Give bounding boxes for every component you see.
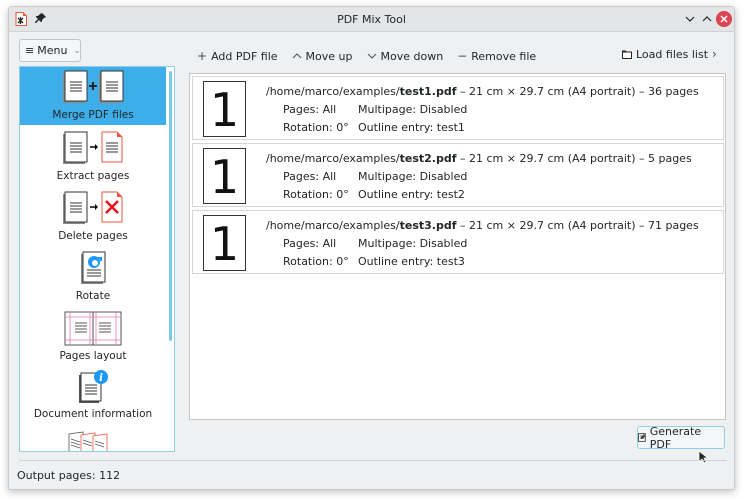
remove-file-button[interactable]: − Remove file xyxy=(457,49,536,63)
file-dir: /home/marco/examples/ xyxy=(266,152,400,165)
file-dir: /home/marco/examples/ xyxy=(266,85,400,98)
sidebar-item-label: Delete pages xyxy=(58,230,128,242)
pages-setting: Pages: All xyxy=(283,170,337,183)
outline-entry-setting: Outline entry: test1 xyxy=(358,121,465,134)
sidebar-item-document-information[interactable]: i Document information xyxy=(20,369,166,427)
document-information-icon: i xyxy=(79,370,108,403)
delete-pages-icon xyxy=(63,191,123,224)
page-thumbnail: 1 xyxy=(203,215,246,271)
status-divider xyxy=(19,460,727,461)
file-info: /home/marco/examples/test3.pdf – 21 cm ×… xyxy=(266,217,699,271)
close-icon[interactable] xyxy=(716,11,732,27)
plus-icon: + xyxy=(197,49,208,63)
merge-icon xyxy=(63,70,124,103)
add-pdf-button[interactable]: + Add PDF file xyxy=(197,49,278,63)
sidebar-item-merge-pdf-files[interactable]: Merge PDF files xyxy=(20,67,166,125)
file-row[interactable]: 1 /home/marco/examples/test3.pdf – 21 cm… xyxy=(192,210,724,274)
rotation-setting: Rotation: 0° xyxy=(283,255,349,268)
file-path-line: /home/marco/examples/test2.pdf – 21 cm ×… xyxy=(266,150,692,168)
main-window: PDF Mix Tool ≡ Menu ⌄ + Add PDF file Mov… xyxy=(8,6,735,490)
sidebar-item-extract-pages[interactable]: Extract pages xyxy=(20,131,166,187)
load-files-list-button[interactable]: Load files list xyxy=(622,48,708,61)
file-name: test3.pdf xyxy=(399,219,457,232)
sidebar-item-pages-layout[interactable]: Pages layout xyxy=(20,311,166,367)
file-name: test2.pdf xyxy=(399,152,457,165)
sidebar-item-label: Merge PDF files xyxy=(52,109,134,121)
sidebar-item-label: Pages layout xyxy=(59,350,127,362)
move-down-button[interactable]: Move down xyxy=(367,49,444,63)
chevron-down-icon: ⌄ xyxy=(73,45,81,56)
file-details: – 21 cm × 29.7 cm (A4 portrait) – 36 pag… xyxy=(456,85,699,98)
window-title: PDF Mix Tool xyxy=(337,13,406,26)
operations-sidebar: Merge PDF files Extract pages Delete pag… xyxy=(19,66,175,452)
toolbar: + Add PDF file Move up Move down − Remov… xyxy=(197,48,550,64)
pages-setting: Pages: All xyxy=(283,103,337,116)
move-up-label: Move up xyxy=(305,49,353,63)
document-save-icon xyxy=(638,433,646,442)
chevron-down-icon xyxy=(367,53,376,59)
minus-icon: − xyxy=(457,49,468,63)
pages-layout-icon xyxy=(64,311,122,346)
minimize-icon[interactable] xyxy=(682,11,698,27)
output-pages-status: Output pages: 112 xyxy=(17,469,121,482)
file-details: – 21 cm × 29.7 cm (A4 portrait) – 5 page… xyxy=(456,152,692,165)
load-files-list-label: Load files list xyxy=(636,48,709,61)
menu-button[interactable]: ≡ Menu ⌄ xyxy=(19,39,81,62)
folder-icon xyxy=(622,50,632,59)
title-bar: PDF Mix Tool xyxy=(9,7,734,32)
file-row[interactable]: 1 /home/marco/examples/test1.pdf – 21 cm… xyxy=(192,76,724,140)
move-up-button[interactable]: Move up xyxy=(292,50,353,63)
file-details: – 21 cm × 29.7 cm (A4 portrait) – 71 pag… xyxy=(456,219,699,232)
multipage-setting: Multipage: Disabled xyxy=(358,103,468,116)
add-pdf-label: Add PDF file xyxy=(211,49,278,63)
sidebar-item-label: Rotate xyxy=(75,290,111,302)
sidebar-item-label: Extract pages xyxy=(56,170,130,182)
chevron-up-icon xyxy=(292,53,301,59)
page-thumbnail: 1 xyxy=(203,81,246,137)
svg-text:i: i xyxy=(99,373,103,384)
sidebar-item-label: Document information xyxy=(33,408,153,420)
outline-entry-setting: Outline entry: test2 xyxy=(358,188,465,201)
generate-pdf-button[interactable]: Generate PDF xyxy=(637,424,725,451)
hamburger-icon: ≡ xyxy=(25,44,35,57)
move-down-label: Move down xyxy=(380,49,444,63)
multipage-setting: Multipage: Disabled xyxy=(358,237,468,250)
rotation-setting: Rotation: 0° xyxy=(283,188,349,201)
sidebar-item-delete-pages[interactable]: Delete pages xyxy=(20,191,166,247)
file-info: /home/marco/examples/test1.pdf – 21 cm ×… xyxy=(266,83,699,137)
file-path-line: /home/marco/examples/test3.pdf – 21 cm ×… xyxy=(266,217,699,235)
pages-setting: Pages: All xyxy=(283,237,337,250)
file-list: 1 /home/marco/examples/test1.pdf – 21 cm… xyxy=(189,73,726,420)
page-thumbnail: 1 xyxy=(203,148,246,204)
file-row[interactable]: 1 /home/marco/examples/test2.pdf – 21 cm… xyxy=(192,143,724,207)
file-name: test1.pdf xyxy=(399,85,457,98)
sidebar-item-more-tools[interactable] xyxy=(20,431,166,451)
menu-label: Menu xyxy=(37,44,68,57)
extract-pages-icon xyxy=(63,131,123,164)
outline-entry-setting: Outline entry: test3 xyxy=(358,255,465,268)
remove-file-label: Remove file xyxy=(471,49,537,63)
maximize-icon[interactable] xyxy=(699,11,715,27)
chevron-right-icon[interactable]: › xyxy=(712,47,717,61)
file-dir: /home/marco/examples/ xyxy=(266,219,400,232)
file-info: /home/marco/examples/test2.pdf – 21 cm ×… xyxy=(266,150,692,204)
rotate-icon xyxy=(81,251,106,284)
sidebar-item-rotate[interactable]: Rotate xyxy=(20,251,166,307)
multiple-pages-icon xyxy=(68,431,108,451)
multipage-setting: Multipage: Disabled xyxy=(358,170,468,183)
rotation-setting: Rotation: 0° xyxy=(283,121,349,134)
generate-pdf-label: Generate PDF xyxy=(649,424,702,451)
mouse-cursor-icon xyxy=(698,450,708,464)
file-path-line: /home/marco/examples/test1.pdf – 21 cm ×… xyxy=(266,83,699,101)
sidebar-scrollbar-thumb[interactable] xyxy=(169,71,172,341)
